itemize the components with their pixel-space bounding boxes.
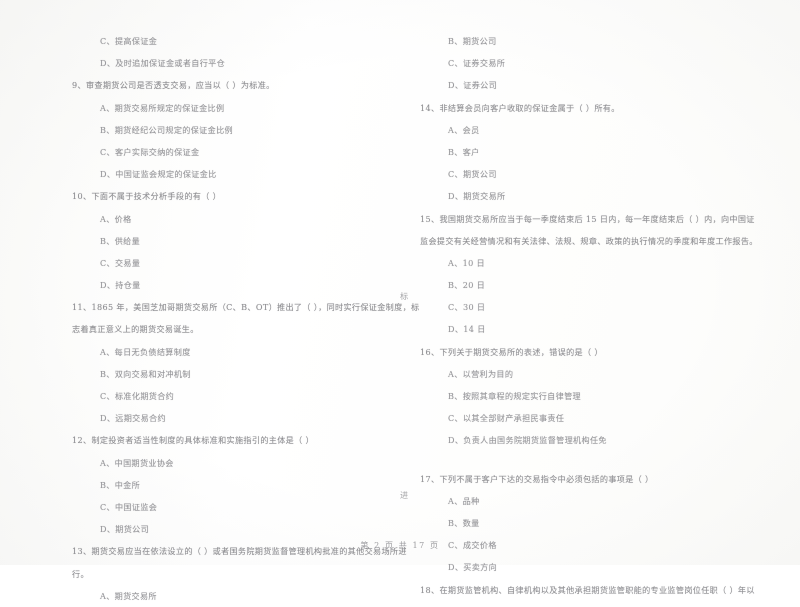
option-item: C、证券交易所: [448, 58, 506, 69]
option-item: D、远期交易合约: [100, 413, 166, 424]
scan-bleed-mark-1: 标: [400, 291, 409, 301]
option-item: B、按照其章程的规定实行自律管理: [448, 391, 581, 401]
question-18-text: 18、在期货监管机构、自律机构以及其他承担期货监管职能的专业监管岗位任职（ ）年…: [420, 584, 755, 595]
question-10-text: 10、下面不属于技术分析手段的有（ ）: [72, 191, 222, 202]
option-item: C、交易量: [100, 257, 141, 268]
option-item: A、中国期货业协会: [100, 457, 174, 468]
question-11-text: 11、1865 年，美国芝加哥期货交易所（C、B、OT）推出了（ ），同时实行保…: [72, 302, 420, 313]
scan-bleed-mark-2: 进: [400, 490, 409, 500]
question-15-text: 15、我国期货交易所应当于每一季度结束后 15 日内，每一年度结束后（ ）内，向…: [420, 213, 755, 224]
option-item: B、20 日: [448, 280, 486, 291]
question-9-text: 9、审查期货公司是否透支交易，应当以（ ）为标准。: [72, 80, 275, 91]
option-item: D、期货交易所: [448, 191, 506, 202]
option-item: A、会员: [448, 124, 480, 135]
option-item: C、30 日: [448, 302, 486, 313]
page-footer: 第 2 页 共 17 页: [0, 540, 800, 551]
option-item: A、价格: [100, 213, 132, 224]
option-item: D、证券公司: [448, 80, 498, 91]
option-item: A、以营利为目的: [448, 368, 514, 379]
option-item: C、以其全部财产承担民事责任: [448, 413, 565, 424]
option-item: B、供给量: [100, 235, 141, 246]
option-item: C、标准化期货合约: [100, 391, 175, 401]
question-13-continuation: 行。: [72, 568, 89, 579]
option-item: C、期货公司: [448, 169, 497, 180]
option-item: D、买卖方向: [448, 562, 498, 573]
right-column: B、期货公司 C、证券交易所 D、证券公司 14、非结算会员向客户收取的保证金属…: [400, 30, 800, 595]
option-item: C、中国证监会: [100, 501, 158, 512]
page-number-text: 第 2 页 共 17 页: [360, 541, 440, 550]
question-12-text: 12、制定投资者适当性制度的具体标准和实施指引的主体是（ ）: [72, 435, 314, 446]
question-17-text: 17、下列不属于客户下达的交易指令中必须包括的事项是（ ）: [420, 473, 654, 484]
question-11-continuation: 志着真正意义上的期货交易诞生。: [72, 324, 199, 335]
two-column-body: C、提高保证金 D、及时追加保证金或者自行平仓 9、审查期货公司是否透支交易，应…: [0, 30, 800, 601]
option-item: D、持仓量: [100, 280, 141, 291]
option-item: A、期货交易所: [100, 590, 157, 601]
option-item: B、期货公司: [448, 36, 497, 46]
option-item: A、品种: [448, 495, 480, 506]
option-item: D、负责人由国务院期货监督管理机构任免: [448, 435, 607, 446]
option-item: C、客户实际交纳的保证金: [100, 146, 200, 157]
option-item: A、每日无负债结算制度: [100, 346, 191, 357]
option-item: B、客户: [448, 146, 480, 157]
option-item: D、中国证监会规定的保证金比: [100, 169, 217, 180]
option-item: A、期货交易所规定的保证金比例: [100, 102, 225, 113]
scanned-page: C、提高保证金 D、及时追加保证金或者自行平仓 9、审查期货公司是否透支交易，应…: [0, 0, 800, 601]
option-item: B、双向交易和对冲机制: [100, 368, 191, 379]
question-14-text: 14、非结算会员向客户收取的保证金属于（ ）所有。: [420, 102, 620, 113]
option-item: D、及时追加保证金或者自行平仓: [100, 58, 226, 69]
option-item: B、期货经纪公司规定的保证金比例: [100, 124, 233, 135]
question-15-continuation: 监会提交有关经营情况和有关法律、法规、规章、政策的执行情况的季度和年度工作报告。: [420, 235, 758, 246]
option-item: C、提高保证金: [100, 36, 158, 46]
question-16-text: 16、下列关于期货交易所的表述，错误的是（ ）: [420, 346, 603, 357]
left-column: C、提高保证金 D、及时追加保证金或者自行平仓 9、审查期货公司是否透支交易，应…: [0, 30, 420, 601]
option-item: B、数量: [448, 517, 480, 528]
option-item: A、10 日: [448, 257, 486, 268]
option-item: D、14 日: [448, 324, 486, 335]
option-item: B、中金所: [100, 479, 141, 490]
option-item: D、期货公司: [100, 524, 150, 535]
